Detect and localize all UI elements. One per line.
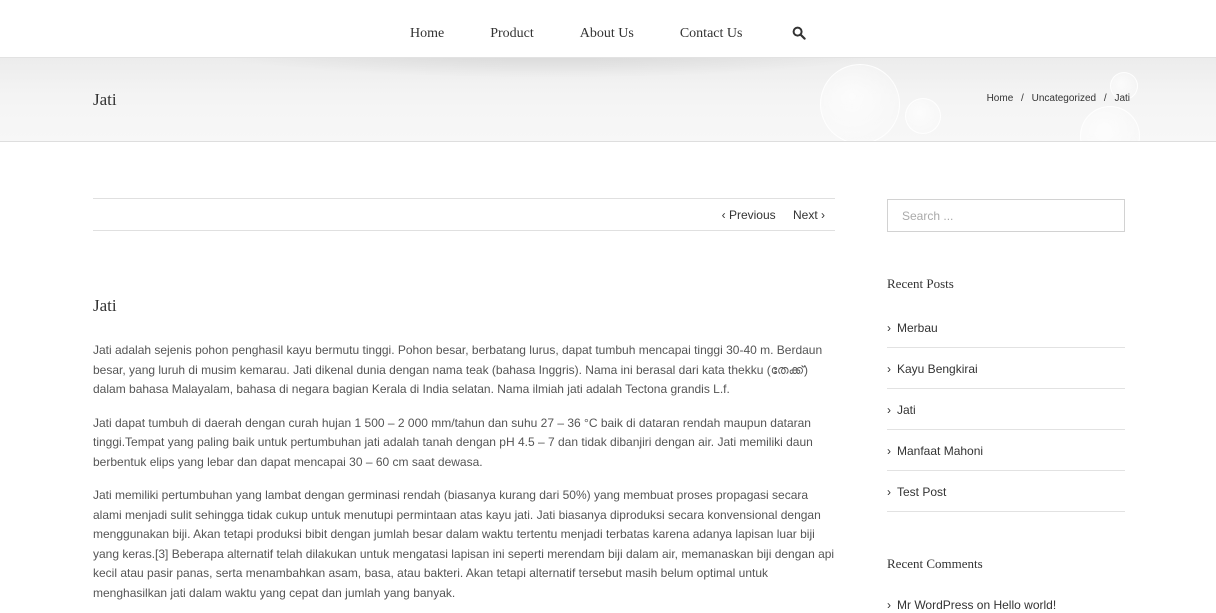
- list-item: › Jati: [887, 389, 1125, 430]
- breadcrumb-uncategorized[interactable]: Uncategorized: [1032, 93, 1096, 104]
- list-item: › Merbau: [887, 307, 1125, 348]
- nav-home[interactable]: Home: [410, 26, 444, 42]
- recent-post-link[interactable]: Kayu Bengkirai: [897, 362, 978, 376]
- post-paragraph: Jati memiliki pertumbuhan yang lambat de…: [93, 488, 835, 600]
- recent-post-link[interactable]: Jati: [897, 403, 916, 417]
- next-post-link[interactable]: Next ›: [793, 208, 825, 222]
- decorative-bubble: [820, 64, 900, 141]
- chevron-right-icon: ›: [887, 321, 891, 335]
- post-nav-links: ‹ Previous Next ›: [708, 208, 825, 222]
- search-icon[interactable]: [792, 26, 806, 40]
- recent-post-link[interactable]: Manfaat Mahoni: [897, 444, 983, 458]
- post-title: Jati: [93, 296, 117, 315]
- sidebar-search-input[interactable]: [887, 199, 1125, 232]
- recent-post-link[interactable]: Merbau: [897, 321, 938, 335]
- recent-comment-link[interactable]: Mr WordPress on Hello world!: [897, 598, 1056, 612]
- list-item: › Manfaat Mahoni: [887, 430, 1125, 471]
- decorative-bubble: [1080, 106, 1140, 141]
- breadcrumb: Home / Uncategorized / Jati: [987, 93, 1130, 104]
- nav-contact-us[interactable]: Contact Us: [680, 26, 743, 42]
- post-paragraph: Jati dapat tumbuh di daerah dengan curah…: [93, 415, 813, 469]
- nav-about-us[interactable]: About Us: [580, 26, 634, 42]
- list-item: › Test Post: [887, 471, 1125, 512]
- recent-comments-title: Recent Comments: [887, 556, 983, 571]
- main-menu: Home Product About Us Contact Us: [410, 26, 788, 42]
- decorative-bubble: [905, 98, 941, 134]
- post-body: Jati adalah sejenis pohon penghasil kayu…: [93, 341, 835, 613]
- page-title: Jati: [93, 90, 117, 109]
- chevron-right-icon: ›: [887, 444, 891, 458]
- post-navigation: ‹ Previous Next ›: [93, 198, 835, 231]
- post-paragraph: Jati adalah sejenis pohon penghasil kayu…: [93, 343, 823, 396]
- top-navigation: Home Product About Us Contact Us: [0, 0, 1216, 58]
- page-title-bar: Jati Home / Uncategorized / Jati: [0, 58, 1216, 142]
- breadcrumb-separator: /: [1103, 93, 1107, 104]
- breadcrumb-current: Jati: [1114, 93, 1130, 104]
- chevron-right-icon: ›: [887, 485, 891, 499]
- recent-post-link[interactable]: Test Post: [897, 485, 946, 499]
- recent-posts-list: › Merbau › Kayu Bengkirai › Jati › Manfaat M…: [887, 307, 1125, 512]
- previous-post-link[interactable]: ‹ Previous: [722, 208, 776, 222]
- chevron-right-icon: ›: [887, 598, 891, 612]
- chevron-right-icon: ›: [887, 403, 891, 417]
- list-item: › Kayu Bengkirai: [887, 348, 1125, 389]
- nav-product[interactable]: Product: [490, 26, 534, 42]
- recent-comment-item: › Mr WordPress on Hello world!: [887, 598, 1056, 612]
- chevron-right-icon: ›: [887, 362, 891, 376]
- recent-posts-title: Recent Posts: [887, 276, 954, 291]
- title-bar-shine: [200, 58, 900, 78]
- breadcrumb-separator: /: [1021, 93, 1024, 104]
- breadcrumb-home[interactable]: Home: [987, 93, 1014, 104]
